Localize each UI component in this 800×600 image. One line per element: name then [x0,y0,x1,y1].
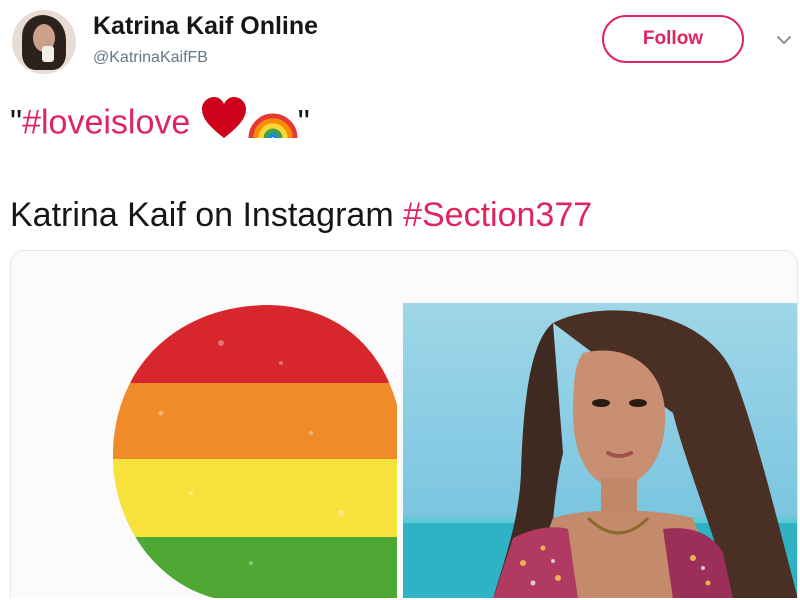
card-title-text: Katrina Kaif on Instagram [10,196,404,234]
tweet-text: "#loveislove " [10,96,310,153]
card-title[interactable]: Katrina Kaif on Instagram #Section377 [10,192,592,238]
link-card[interactable] [10,250,798,598]
katrina-photo [403,303,797,598]
heart-icon [200,96,248,153]
quote-open: " [10,103,23,142]
tweet: Katrina Kaif Online @KatrinaKaifFB Follo… [0,0,800,600]
follow-button[interactable]: Follow [602,15,744,63]
user-handle[interactable]: @KatrinaKaifFB [93,49,208,67]
avatar[interactable] [12,10,76,74]
hashtag-loveislove[interactable]: #loveislove [22,103,190,141]
pride-stripes [112,305,401,598]
quote-close: " [297,103,310,142]
rainbow-icon [248,96,298,153]
pride-heart-image [101,303,401,598]
chevron-down-icon[interactable] [772,28,796,52]
display-name[interactable]: Katrina Kaif Online [93,12,318,41]
hashtag-section377[interactable]: #Section377 [403,196,592,234]
